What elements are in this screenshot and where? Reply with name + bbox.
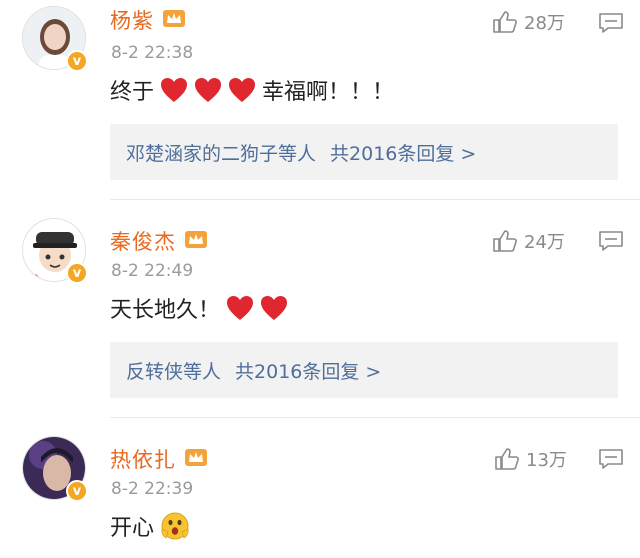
like-button[interactable]: 28万 [492,9,565,35]
like-button[interactable]: 24万 [492,228,565,254]
reply-summary[interactable]: 邓楚涵家的二狗子等人 共2016条回复 > [110,124,618,180]
comment-icon[interactable] [598,230,624,252]
comment-icon[interactable] [598,448,624,470]
username[interactable]: 杨紫 [110,5,154,35]
comment-time: 8-2 22:39 [111,479,194,499]
verified-badge-icon: v [66,50,88,72]
avatar[interactable]: v [22,218,88,284]
reply-summary[interactable]: 反转侠等人 共2016条回复 > [110,342,618,398]
comment-text-start: 终于 [110,80,155,105]
like-count: 24万 [524,232,565,253]
crown-badge-icon [185,231,207,248]
comment-icon[interactable] [598,12,624,34]
comment-item: v 秦俊杰 8-2 22:49 24万 天长地久！ 反转侠等人 共2016条回复… [0,200,640,418]
verified-badge-icon: v [66,480,88,502]
comment-time: 8-2 22:49 [111,261,194,281]
comment-text-start: 天长地久！ [110,298,221,323]
heart-emoji-icon [261,296,288,320]
surprised-emoji-icon [161,512,189,540]
crown-badge-icon [163,10,185,27]
verified-badge-icon: v [66,262,88,284]
reply-names[interactable]: 反转侠等人 [126,357,221,384]
thumbs-up-icon [493,230,517,252]
heart-emoji-icon [227,296,254,320]
heart-emoji-icon [229,78,256,102]
avatar[interactable]: v [22,6,88,72]
thumbs-up-icon [495,448,519,470]
thumbs-up-icon [493,11,517,33]
comment-text-end: 幸福啊！！！ [262,80,395,105]
username[interactable]: 热依扎 [110,444,176,474]
reply-names[interactable]: 邓楚涵家的二狗子等人 [126,139,316,166]
avatar[interactable]: v [22,436,88,502]
comment-time: 8-2 22:38 [111,43,194,63]
like-button[interactable]: 13万 [494,446,567,472]
comment-text: 天长地久！ [110,292,288,324]
heart-emoji-icon [161,78,188,102]
comment-text: 终于 幸福啊！！！ [110,74,394,106]
heart-emoji-icon [195,78,222,102]
comment-text: 开心 [110,510,190,542]
crown-badge-icon [185,449,207,466]
comment-item: v 热依扎 8-2 22:39 13万 开心 [0,418,640,558]
like-count: 28万 [524,13,565,34]
comment-item: v 杨紫 8-2 22:38 28万 终于 幸福啊！！！ 邓楚涵家的二狗子等人 … [0,0,640,200]
like-count: 13万 [526,450,567,471]
reply-total-link[interactable]: 共2016条回复 > [235,357,381,384]
reply-total-link[interactable]: 共2016条回复 > [330,139,476,166]
username[interactable]: 秦俊杰 [110,226,176,256]
comment-text-start: 开心 [110,516,155,541]
